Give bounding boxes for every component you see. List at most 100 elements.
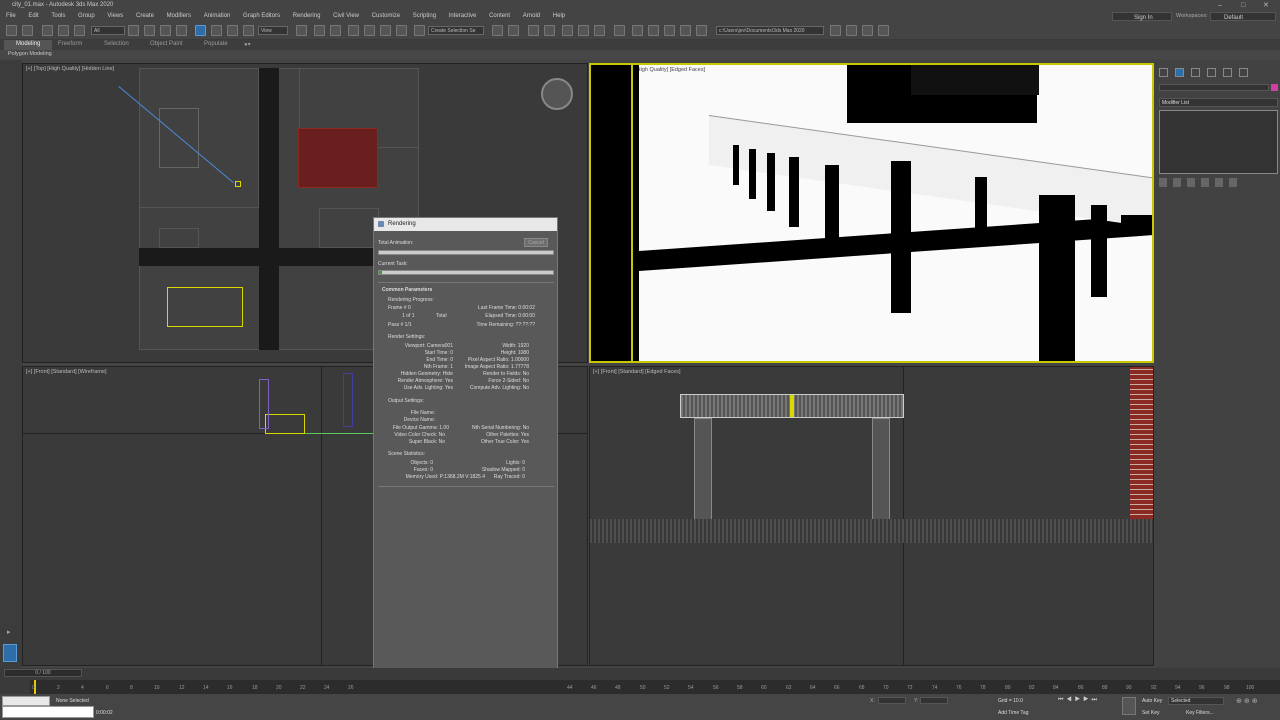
menu-animation[interactable]: Animation bbox=[204, 11, 231, 22]
material-editor-icon[interactable] bbox=[614, 25, 625, 36]
toggle-scene-explorer-icon[interactable] bbox=[528, 25, 539, 36]
workspace-dropdown[interactable]: Default bbox=[1210, 12, 1276, 21]
menu-views[interactable]: Views bbox=[107, 11, 123, 22]
menu-create[interactable]: Create bbox=[136, 11, 154, 22]
viewport-camera[interactable]: [+] [Camera001] [High Quality] [Edged Fa… bbox=[589, 63, 1154, 363]
menu-tools[interactable]: Tools bbox=[51, 11, 65, 22]
spinner-snap-icon[interactable] bbox=[396, 25, 407, 36]
window-crossing-icon[interactable] bbox=[176, 25, 187, 36]
toggle-ribbon-icon[interactable] bbox=[562, 25, 573, 36]
menu-group[interactable]: Group bbox=[78, 11, 95, 22]
menu-interactive[interactable]: Interactive bbox=[449, 11, 477, 22]
render-setup-icon[interactable] bbox=[632, 25, 643, 36]
link-icon[interactable] bbox=[42, 25, 53, 36]
tab-populate[interactable]: Populate bbox=[204, 41, 228, 47]
redo-icon[interactable] bbox=[22, 25, 33, 36]
menu-edit[interactable]: Edit bbox=[28, 11, 38, 22]
viewport-left-label[interactable]: [+] [Front] [Standard] [Wireframe] bbox=[26, 369, 107, 375]
menu-civil-view[interactable]: Civil View bbox=[333, 11, 359, 22]
menu-rendering[interactable]: Rendering bbox=[293, 11, 321, 22]
utilities-tab-icon[interactable] bbox=[1239, 68, 1248, 77]
set-key-button[interactable]: Set Key bbox=[1142, 710, 1160, 716]
display-tab-icon[interactable] bbox=[1223, 68, 1232, 77]
hierarchy-tab-icon[interactable] bbox=[1191, 68, 1200, 77]
modifier-stack[interactable] bbox=[1159, 110, 1278, 174]
select-and-move-icon[interactable] bbox=[195, 25, 206, 36]
edit-named-selection-icon[interactable] bbox=[414, 25, 425, 36]
viewport-top-label[interactable]: [+] [Top] [High Quality] [Hidden Line] bbox=[26, 66, 114, 72]
key-filters-button[interactable]: Key Filters... bbox=[1186, 710, 1214, 716]
toggle-layer-explorer-icon[interactable] bbox=[544, 25, 555, 36]
angle-snap-icon[interactable] bbox=[364, 25, 375, 36]
track-bar[interactable]: 0 2 4 6 8 10 12 14 16 18 20 22 24 26 44 … bbox=[30, 680, 1280, 694]
menu-arnold[interactable]: Arnold bbox=[523, 11, 540, 22]
open-explorer-icon[interactable] bbox=[830, 25, 841, 36]
rendering-dialog-title[interactable]: Rendering bbox=[374, 218, 557, 231]
viewport-layout-icon[interactable] bbox=[846, 25, 857, 36]
select-by-name-icon[interactable] bbox=[144, 25, 155, 36]
common-params-rollout[interactable]: Common Parameters bbox=[382, 287, 432, 293]
select-object-icon[interactable] bbox=[128, 25, 139, 36]
tab-modeling[interactable]: Modeling bbox=[16, 41, 40, 47]
modifier-list-dropdown[interactable]: Modifier List bbox=[1159, 98, 1278, 107]
menu-customize[interactable]: Customize bbox=[372, 11, 400, 22]
camera-target-icon[interactable] bbox=[235, 181, 241, 187]
select-manipulate-icon[interactable] bbox=[314, 25, 325, 36]
named-selection-set-dropdown[interactable]: Create Selection Se bbox=[428, 26, 484, 35]
tab-freeform[interactable]: Freeform bbox=[58, 41, 82, 47]
pivot-center-icon[interactable] bbox=[296, 25, 307, 36]
select-and-rotate-icon[interactable] bbox=[211, 25, 222, 36]
menu-modifiers[interactable]: Modifiers bbox=[167, 11, 191, 22]
time-slider[interactable]: 0 / 100 bbox=[4, 669, 82, 677]
select-and-place-icon[interactable] bbox=[243, 25, 254, 36]
create-tab-icon[interactable] bbox=[1159, 68, 1168, 77]
selection-filter-dropdown[interactable]: All bbox=[91, 26, 125, 35]
y-coord-field[interactable] bbox=[920, 697, 948, 704]
viewport-front[interactable]: [+] [Front] [Standard] [Edged Faces] bbox=[589, 366, 1154, 666]
keyboard-shortcut-override-icon[interactable] bbox=[330, 25, 341, 36]
brick-building[interactable] bbox=[298, 128, 378, 188]
bind-space-warp-icon[interactable] bbox=[74, 25, 85, 36]
curve-editor-icon[interactable] bbox=[578, 25, 589, 36]
menu-file[interactable]: File bbox=[6, 11, 16, 22]
viewport-front-label[interactable]: [+] [Front] [Standard] [Edged Faces] bbox=[593, 369, 681, 375]
rendered-frame-window-icon[interactable] bbox=[648, 25, 659, 36]
selected-object-wire[interactable] bbox=[265, 414, 305, 434]
percent-snap-icon[interactable] bbox=[380, 25, 391, 36]
set-project-folder-icon[interactable] bbox=[862, 25, 873, 36]
modify-tab-icon[interactable] bbox=[1175, 68, 1184, 77]
rectangular-selection-icon[interactable] bbox=[160, 25, 171, 36]
reference-coordinate-dropdown[interactable]: View bbox=[258, 26, 288, 35]
snaps-toggle-icon[interactable] bbox=[348, 25, 359, 36]
viewport-layout-icon[interactable] bbox=[3, 644, 17, 662]
a360-gallery-icon[interactable] bbox=[696, 25, 707, 36]
auto-key-button[interactable]: Auto Key bbox=[1142, 698, 1162, 704]
schematic-view-icon[interactable] bbox=[594, 25, 605, 36]
more-tools-icon[interactable] bbox=[878, 25, 889, 36]
maximize-icon[interactable]: □ bbox=[1241, 0, 1245, 11]
menu-help[interactable]: Help bbox=[553, 11, 565, 22]
menu-graph-editors[interactable]: Graph Editors bbox=[243, 11, 280, 22]
menu-content[interactable]: Content bbox=[489, 11, 510, 22]
render-production-icon[interactable] bbox=[664, 25, 675, 36]
undo-icon[interactable] bbox=[6, 25, 17, 36]
close-icon[interactable]: ✕ bbox=[1263, 0, 1269, 11]
viewport-navigation-icons[interactable]: ⊕⊕⊕ bbox=[1236, 697, 1276, 717]
polygon-modeling-label[interactable]: Polygon Modeling bbox=[8, 51, 52, 57]
playback-controls[interactable]: ⏮◀▶▶⏭ bbox=[1058, 697, 1118, 705]
selected-object[interactable] bbox=[167, 287, 243, 327]
mirror-icon[interactable] bbox=[492, 25, 503, 36]
project-folder-dropdown[interactable]: c:\Users\jev\Documents\3ds Max 2020 bbox=[716, 26, 824, 35]
select-and-scale-icon[interactable] bbox=[227, 25, 238, 36]
tab-object-paint[interactable]: Object Paint bbox=[150, 41, 183, 47]
cancel-button[interactable]: Cancel bbox=[524, 238, 548, 247]
menu-scripting[interactable]: Scripting bbox=[413, 11, 436, 22]
maxscript-listener[interactable] bbox=[2, 696, 50, 706]
motion-tab-icon[interactable] bbox=[1207, 68, 1216, 77]
object-color-swatch[interactable] bbox=[1271, 84, 1278, 91]
render-in-cloud-icon[interactable] bbox=[680, 25, 691, 36]
unlink-icon[interactable] bbox=[58, 25, 69, 36]
object-name-field[interactable] bbox=[1159, 84, 1269, 91]
sign-in-button[interactable]: Sign In bbox=[1112, 12, 1172, 21]
minimize-icon[interactable]: – bbox=[1218, 0, 1222, 11]
